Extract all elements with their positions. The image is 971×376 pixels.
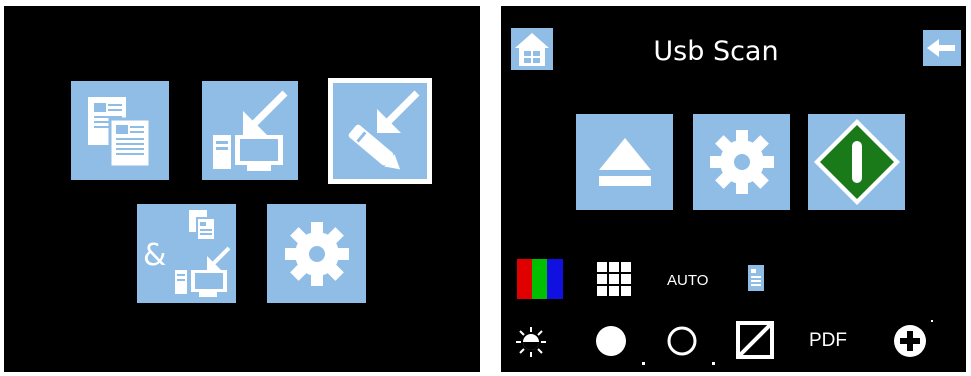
gear-icon (282, 219, 352, 289)
home-button[interactable] (511, 28, 553, 70)
home-icon (513, 30, 551, 68)
filled-circle-icon[interactable] (594, 324, 628, 362)
scan-settings-button[interactable] (693, 114, 790, 210)
dot-separator-icon (931, 309, 935, 328)
scan-to-pen-button[interactable] (328, 78, 432, 184)
dot-separator-icon (642, 351, 646, 370)
eject-button[interactable] (576, 114, 673, 210)
copy-button[interactable] (71, 81, 169, 180)
eject-icon (595, 132, 655, 192)
scan-to-pc-button[interactable] (202, 81, 298, 180)
usb-scan-panel: Usb Scan AUTO PDF (501, 6, 966, 372)
page-title: Usb Scan (653, 36, 779, 67)
back-button[interactable] (923, 30, 961, 66)
settings-button[interactable] (267, 204, 366, 303)
copy-icon (80, 91, 160, 171)
back-arrow-icon (927, 37, 957, 59)
copy-and-scan-icon (171, 208, 233, 300)
scan-to-pen-icon (337, 87, 423, 175)
brightness-icon[interactable] (515, 326, 547, 362)
gear-icon (707, 127, 777, 197)
scan-to-pc-icon (207, 87, 293, 175)
start-button[interactable] (808, 114, 905, 210)
auto-label[interactable]: AUTO (667, 272, 708, 289)
color-mode-icon[interactable] (517, 259, 563, 303)
resolution-grid-icon[interactable] (597, 262, 631, 300)
add-icon[interactable] (893, 324, 927, 362)
document-size-icon[interactable] (748, 265, 764, 295)
main-menu-panel: & (4, 6, 480, 372)
contrast-icon[interactable] (736, 321, 774, 363)
empty-circle-icon[interactable] (665, 324, 699, 362)
start-icon (812, 117, 902, 207)
copy-and-scan-label: & (143, 238, 167, 273)
copy-and-scan-button[interactable]: & (137, 204, 236, 303)
dot-separator-icon (712, 351, 716, 370)
file-format-label[interactable]: PDF (809, 330, 847, 352)
